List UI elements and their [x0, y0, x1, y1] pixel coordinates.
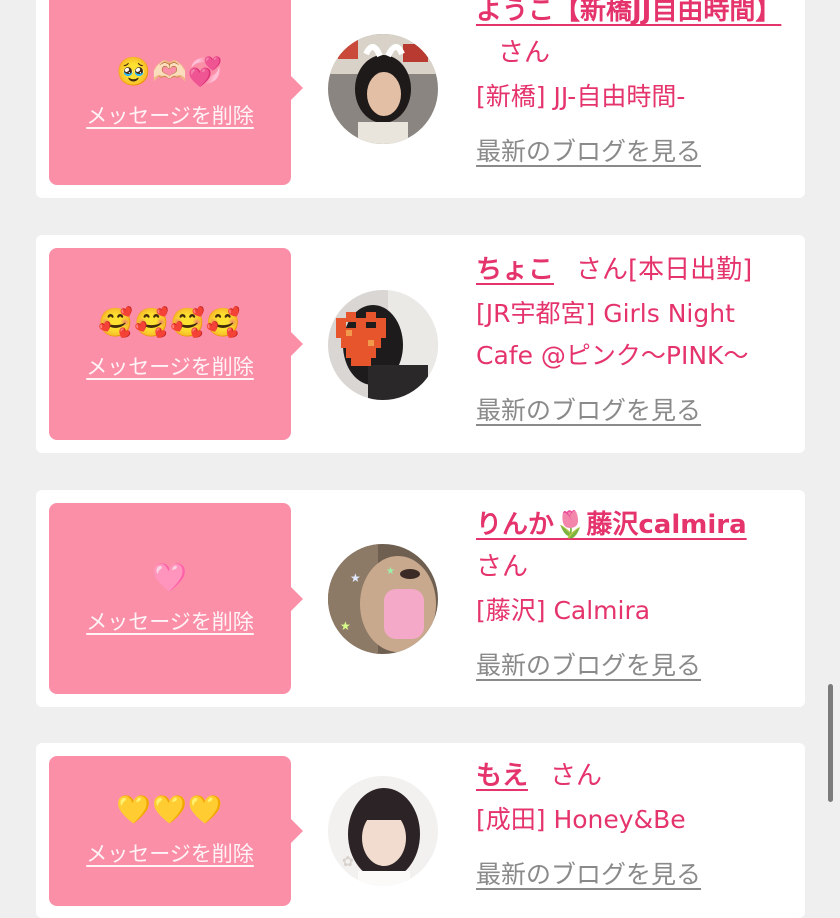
girl-name-link[interactable]: りんか🌷藤沢calmira	[476, 510, 747, 540]
message-card: 🥰🥰🥰🥰 メッセージを削除 ちょこ さん[本日出勤] [JR宇都宮] Girls …	[36, 235, 805, 453]
avatar[interactable]: ★ ★ ★	[328, 544, 438, 654]
shop-label: [JR宇都宮] Girls Night Cafe @ピンク〜PINK〜	[476, 299, 749, 370]
message-emoji: 🩷	[152, 560, 188, 594]
latest-blog-link[interactable]: 最新のブログを見る	[476, 646, 701, 682]
message-card: 🥹🫶🏻💞 メッセージを削除 ようこ【新橋JJ自由時間】さん [新橋] JJ-自由…	[36, 0, 805, 198]
message-bubble: 🩷 メッセージを削除	[49, 503, 303, 694]
scrollbar[interactable]	[828, 684, 833, 802]
svg-text:★: ★	[386, 566, 395, 577]
message-bubble: 🥹🫶🏻💞 メッセージを削除	[49, 0, 303, 185]
delete-message-button[interactable]: メッセージを削除	[86, 100, 254, 130]
avatar[interactable]	[328, 290, 438, 400]
message-card: 🩷 メッセージを削除 ★ ★ ★ りんか🌷藤沢calmira さん [藤沢] C…	[36, 490, 805, 707]
card-info: りんか🌷藤沢calmira さん [藤沢] Calmira 最新のブログを見る	[476, 504, 796, 682]
girl-name-link[interactable]: ようこ【新橋JJ自由時間】	[476, 0, 781, 26]
message-emoji: 🥹🫶🏻💞	[116, 54, 224, 88]
svg-text:★: ★	[340, 619, 351, 633]
message-bubble: 🥰🥰🥰🥰 メッセージを削除	[49, 248, 303, 440]
girl-name-link[interactable]: ちょこ	[476, 255, 554, 285]
svg-text:✿: ✿	[342, 854, 354, 870]
avatar[interactable]	[328, 34, 438, 144]
shop-label: [新橋] JJ-自由時間-	[476, 82, 686, 111]
avatar[interactable]: ✿	[328, 776, 438, 886]
card-info: ちょこ さん[本日出勤] [JR宇都宮] Girls Night Cafe @ピン…	[476, 249, 796, 427]
message-emoji: 💛💛💛	[116, 793, 224, 826]
san-suffix: さん[本日出勤]	[576, 255, 753, 285]
delete-message-button[interactable]: メッセージを削除	[86, 838, 254, 868]
delete-message-button[interactable]: メッセージを削除	[86, 351, 254, 381]
san-suffix: さん	[550, 761, 603, 791]
message-bubble: 💛💛💛 メッセージを削除	[49, 756, 303, 906]
shop-label: [成田] Honey&Be	[476, 805, 686, 834]
latest-blog-link[interactable]: 最新のブログを見る	[476, 855, 701, 891]
san-suffix: さん	[498, 38, 551, 68]
latest-blog-link[interactable]: 最新のブログを見る	[476, 391, 701, 427]
san-suffix: さん	[476, 552, 529, 582]
shop-label: [藤沢] Calmira	[476, 596, 651, 625]
message-card: 💛💛💛 メッセージを削除 ✿ もえ さん [成田] Honey&Be 最新のブログ…	[36, 743, 805, 918]
latest-blog-link[interactable]: 最新のブログを見る	[476, 132, 701, 168]
message-emoji: 🥰🥰🥰🥰	[98, 306, 242, 339]
card-info: ようこ【新橋JJ自由時間】さん [新橋] JJ-自由時間- 最新のブログを見る	[476, 0, 796, 168]
girl-name-link[interactable]: もえ	[476, 761, 528, 791]
svg-text:★: ★	[350, 571, 361, 585]
delete-message-button[interactable]: メッセージを削除	[86, 606, 254, 636]
card-info: もえ さん [成田] Honey&Be 最新のブログを見る	[476, 755, 796, 891]
